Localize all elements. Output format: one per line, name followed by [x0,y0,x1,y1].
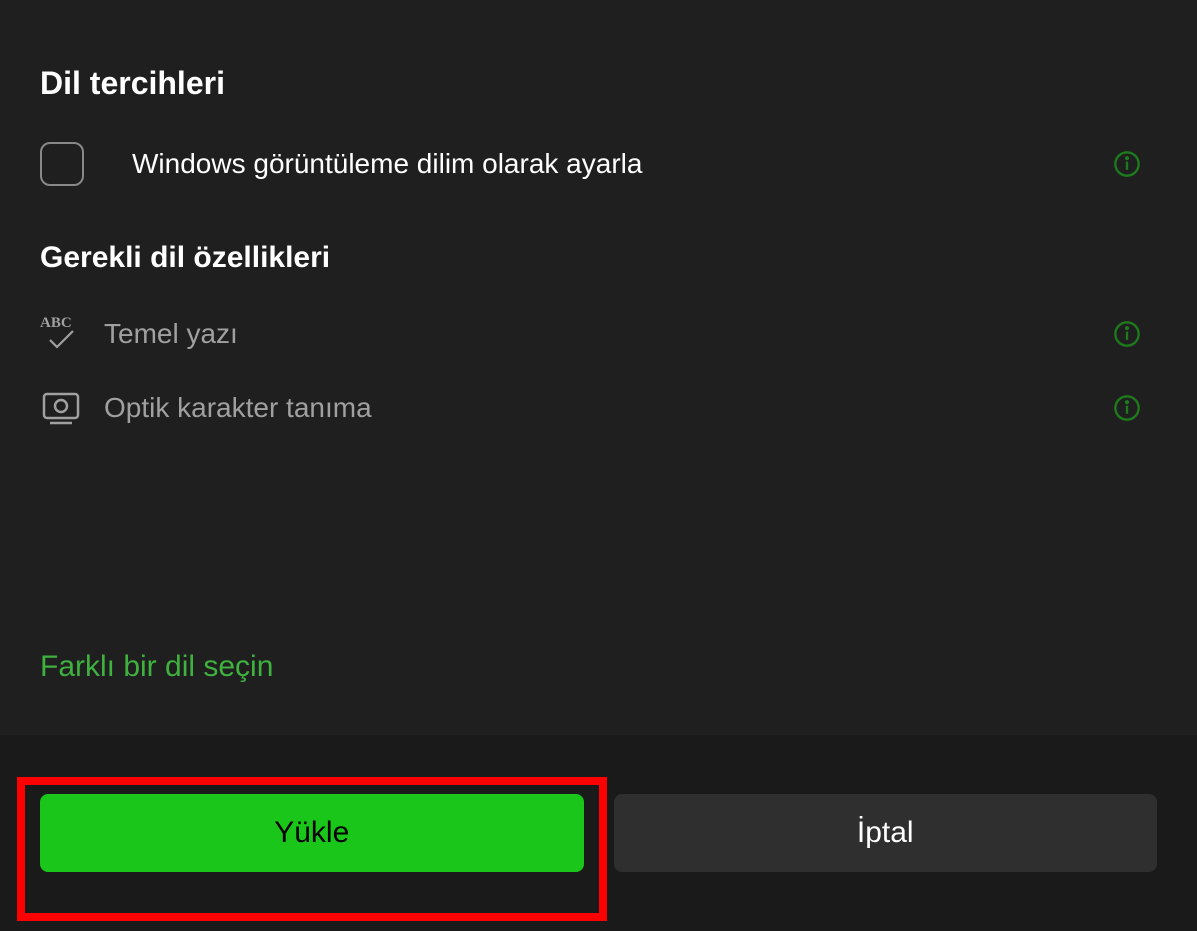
display-language-label: Windows görüntüleme dilim olarak ayarla [132,148,642,180]
info-icon[interactable] [1113,320,1141,348]
dialog-content: Dil tercihleri Windows görüntüleme dilim… [0,0,1197,735]
choose-different-language-link[interactable]: Farklı bir dil seçin [40,650,273,684]
feature-basic-typing-label: Temel yazı [104,318,238,350]
feature-ocr: Optik karakter tanıma [40,387,1157,429]
language-preferences-heading: Dil tercihleri [40,65,1157,102]
display-language-checkbox[interactable] [40,142,84,186]
required-features-heading: Gerekli dil özellikleri [40,241,1157,275]
svg-text:ABC: ABC [40,315,72,331]
feature-basic-typing: ABC Temel yazı [40,313,1157,355]
ocr-icon [40,387,82,429]
install-button[interactable]: Yükle [40,794,584,872]
info-icon[interactable] [1113,150,1141,178]
info-icon[interactable] [1113,394,1141,422]
abc-check-icon: ABC [40,313,82,355]
cancel-button[interactable]: İptal [614,794,1158,872]
dialog-footer: Yükle İptal [0,735,1197,931]
display-language-option: Windows görüntüleme dilim olarak ayarla [40,142,1157,186]
feature-ocr-label: Optik karakter tanıma [104,392,372,424]
